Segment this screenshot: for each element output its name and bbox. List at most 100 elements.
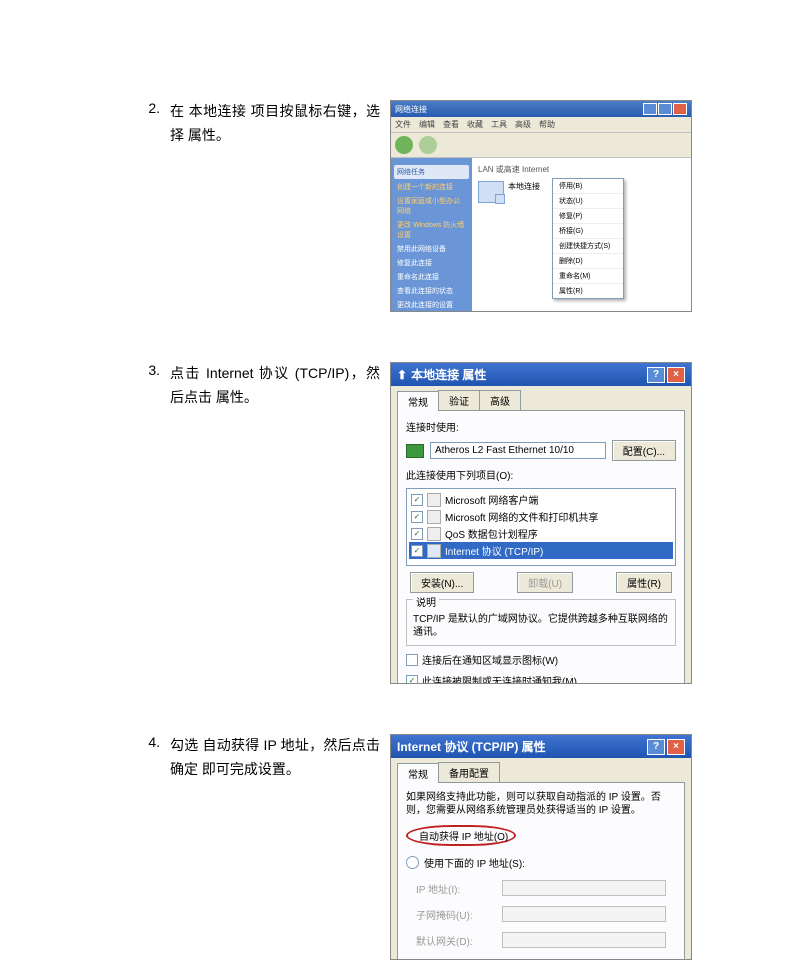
radio-unchecked-icon[interactable] xyxy=(406,856,419,869)
uninstall-button: 卸载(U) xyxy=(517,572,573,593)
component-icon xyxy=(427,527,441,541)
menu-fav[interactable]: 收藏 xyxy=(467,119,483,130)
tab-auth[interactable]: 验证 xyxy=(438,390,480,410)
description-group: 说明 TCP/IP 是默认的广域网协议。它提供跨越多种互联网络的通讯。 xyxy=(406,599,676,646)
checkbox-checked-icon[interactable]: ✓ xyxy=(411,528,423,540)
menu-tools[interactable]: 工具 xyxy=(491,119,507,130)
list-item-tcpip[interactable]: ✓ Internet 协议 (TCP/IP) xyxy=(409,542,673,559)
ctx-delete[interactable]: 删除(D) xyxy=(553,254,623,269)
ip-field xyxy=(502,880,666,896)
checkbox-unchecked-icon[interactable] xyxy=(406,654,418,666)
dialog-titlebar: ⬆ 本地连接 属性 ? × xyxy=(391,363,691,386)
menu-bar: 文件 编辑 查看 收藏 工具 高级 帮助 xyxy=(391,117,691,133)
radio-label: 自动获得 IP 地址(O) xyxy=(419,828,508,843)
tab-panel: 如果网络支持此功能，则可以获取自动指派的 IP 设置。否则，您需要从网络系统管理… xyxy=(397,782,685,960)
description-text: TCP/IP 是默认的广域网协议。它提供跨越多种互联网络的通讯。 xyxy=(413,613,669,639)
install-button[interactable]: 安装(N)... xyxy=(410,572,474,593)
sidebar-item[interactable]: 更改此连接的设置 xyxy=(394,299,469,311)
menu-edit[interactable]: 编辑 xyxy=(419,119,435,130)
menu-help[interactable]: 帮助 xyxy=(539,119,555,130)
step-number: 3. xyxy=(130,362,170,378)
notify-limited-checkbox[interactable]: ✓ 此连接被限制或无连接时通知我(M) xyxy=(406,673,676,684)
item-label: Microsoft 网络的文件和打印机共享 xyxy=(445,509,598,524)
tab-alt[interactable]: 备用配置 xyxy=(438,762,500,782)
connection-name: 本地连接 xyxy=(508,181,540,192)
step-3: 3. 点击 Internet 协议 (TCP/IP)，然后点击 属性。 ⬆ 本地… xyxy=(130,362,740,684)
minimize-button[interactable] xyxy=(643,103,657,115)
step-number: 2. xyxy=(130,100,170,116)
step-number: 4. xyxy=(130,734,170,750)
screenshot-tcpip-properties: Internet 协议 (TCP/IP) 属性 ? × 常规 备用配置 如果网络… xyxy=(390,734,692,960)
menu-file[interactable]: 文件 xyxy=(395,119,411,130)
sidebar-item[interactable]: 创建一个新的连接 xyxy=(394,181,469,193)
ctx-status[interactable]: 状态(U) xyxy=(553,194,623,209)
window-body: 网络任务 创建一个新的连接 设置家庭或小型办公网络 更改 Windows 防火墙… xyxy=(391,158,691,312)
back-button-icon[interactable] xyxy=(395,136,413,154)
ctx-rename[interactable]: 重命名(M) xyxy=(553,269,623,284)
checkbox-checked-icon[interactable]: ✓ xyxy=(411,494,423,506)
window-buttons xyxy=(643,103,687,115)
forward-button-icon[interactable] xyxy=(419,136,437,154)
sidebar-item[interactable]: 设置家庭或小型办公网络 xyxy=(394,195,469,217)
step-4: 4. 勾选 自动获得 IP 地址，然后点击 确定 即可完成设置。 Interne… xyxy=(130,734,740,960)
gateway-row: 默认网关(D): xyxy=(406,931,676,949)
sidebar-item[interactable]: 更改 Windows 防火墙设置 xyxy=(394,219,469,241)
tab-general[interactable]: 常规 xyxy=(397,391,439,411)
ctx-properties[interactable]: 属性(R) xyxy=(553,284,623,298)
list-item[interactable]: ✓ QoS 数据包计划程序 xyxy=(409,525,673,542)
component-buttons: 安装(N)... 卸载(U) 属性(R) xyxy=(406,572,676,593)
item-label: QoS 数据包计划程序 xyxy=(445,526,538,541)
close-button[interactable]: × xyxy=(667,739,685,755)
ctx-bridge[interactable]: 桥接(G) xyxy=(553,224,623,239)
component-list[interactable]: ✓ Microsoft 网络客户端 ✓ Microsoft 网络的文件和打印机共… xyxy=(406,488,676,566)
dialog-titlebar: Internet 协议 (TCP/IP) 属性 ? × xyxy=(391,735,691,758)
checkbox-checked-icon[interactable]: ✓ xyxy=(406,675,418,685)
component-icon xyxy=(427,544,441,558)
screenshot-lan-properties: ⬆ 本地连接 属性 ? × 常规 验证 高级 连接时使用: Atheros L2… xyxy=(390,362,692,684)
list-item[interactable]: ✓ Microsoft 网络的文件和打印机共享 xyxy=(409,508,673,525)
screenshot-network-connections: 网络连接 文件 编辑 查看 收藏 工具 高级 帮助 xyxy=(390,100,692,312)
help-button[interactable]: ? xyxy=(647,739,665,755)
checkbox-label: 连接后在通知区域显示图标(W) xyxy=(422,652,558,667)
window-titlebar: 网络连接 xyxy=(391,101,691,117)
sidebar-item[interactable]: 查看此连接的状态 xyxy=(394,285,469,297)
close-button[interactable]: × xyxy=(667,367,685,383)
ctx-repair[interactable]: 修复(P) xyxy=(553,209,623,224)
notify-icon-checkbox[interactable]: 连接后在通知区域显示图标(W) xyxy=(406,652,676,667)
menu-adv[interactable]: 高级 xyxy=(515,119,531,130)
step-text: 点击 Internet 协议 (TCP/IP)，然后点击 属性。 xyxy=(170,362,390,410)
properties-button[interactable]: 属性(R) xyxy=(616,572,672,593)
item-label: Microsoft 网络客户端 xyxy=(445,492,538,507)
section-label: LAN 或高速 Internet xyxy=(478,164,685,175)
configure-button[interactable]: 配置(C)... xyxy=(612,440,676,461)
checkbox-checked-icon[interactable]: ✓ xyxy=(411,511,423,523)
connections-pane: LAN 或高速 Internet 本地连接 停用(B) 状态(U) 修复(P) … xyxy=(472,158,691,312)
adapter-row: Atheros L2 Fast Ethernet 10/10 配置(C)... xyxy=(406,440,676,461)
close-button[interactable] xyxy=(673,103,687,115)
menu-view[interactable]: 查看 xyxy=(443,119,459,130)
gateway-field xyxy=(502,932,666,948)
manual-ip-radio-row[interactable]: 使用下面的 IP 地址(S): xyxy=(406,854,676,871)
sidebar-item[interactable]: 修复此连接 xyxy=(394,257,469,269)
task-sidebar: 网络任务 创建一个新的连接 设置家庭或小型办公网络 更改 Windows 防火墙… xyxy=(391,158,472,312)
toolbar xyxy=(391,133,691,158)
tab-advanced[interactable]: 高级 xyxy=(479,390,521,410)
sidebar-item[interactable]: 禁用此网络设备 xyxy=(394,243,469,255)
list-item[interactable]: ✓ Microsoft 网络客户端 xyxy=(409,491,673,508)
item-label: Internet 协议 (TCP/IP) xyxy=(445,543,543,558)
ctx-shortcut[interactable]: 创建快捷方式(S) xyxy=(553,239,623,254)
tab-general[interactable]: 常规 xyxy=(397,763,439,783)
ctx-disable[interactable]: 停用(B) xyxy=(553,179,623,194)
help-button[interactable]: ? xyxy=(647,367,665,383)
checkbox-checked-icon[interactable]: ✓ xyxy=(411,545,423,557)
component-icon xyxy=(427,510,441,524)
auto-ip-radio-row[interactable]: 自动获得 IP 地址(O) xyxy=(406,825,676,846)
uses-items-label: 此连接使用下列项目(O): xyxy=(406,467,676,482)
radio-label: 使用下面的 IP 地址(S): xyxy=(424,855,525,870)
mask-field xyxy=(502,906,666,922)
adapter-icon xyxy=(406,444,424,458)
sidebar-item[interactable]: 重命名此连接 xyxy=(394,271,469,283)
step-2: 2. 在 本地连接 项目按鼠标右键，选择 属性。 网络连接 文件 编辑 查看 收… xyxy=(130,100,740,312)
maximize-button[interactable] xyxy=(658,103,672,115)
step-text: 在 本地连接 项目按鼠标右键，选择 属性。 xyxy=(170,100,390,148)
